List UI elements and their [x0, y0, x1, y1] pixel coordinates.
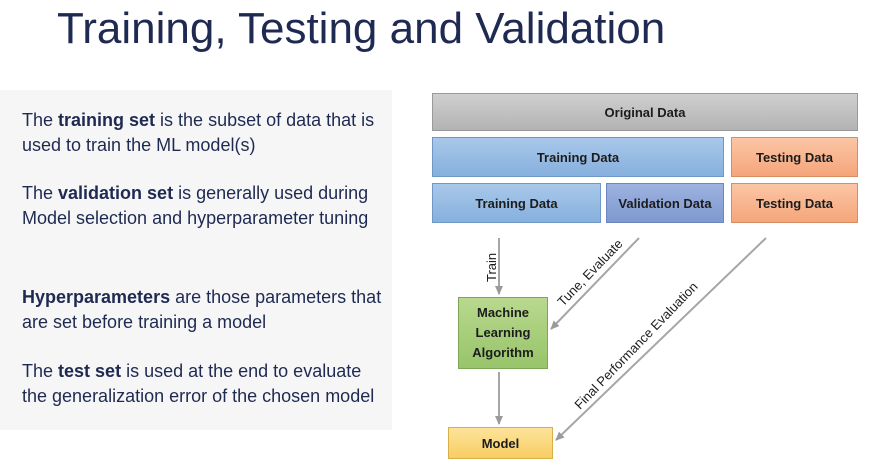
- label-tune-evaluate: Tune, Evaluate: [554, 236, 625, 309]
- arrow-tune-evaluate: [550, 237, 640, 330]
- label-train: Train: [484, 253, 499, 282]
- label-final-evaluation: Final Performance Evaluation: [571, 279, 700, 412]
- diagram-arrows: Train Tune, Evaluate Final Performance E…: [484, 236, 767, 441]
